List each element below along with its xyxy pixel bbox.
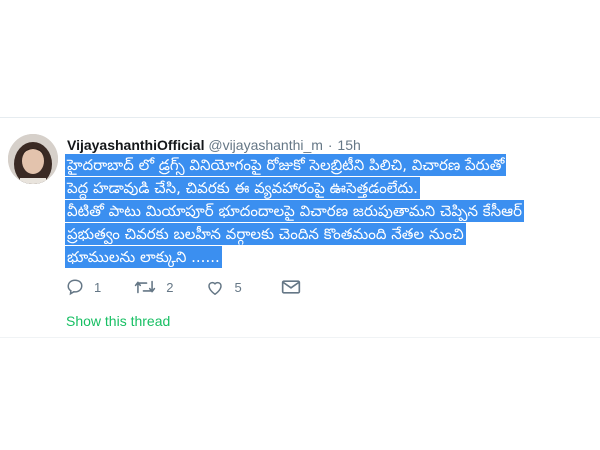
tweet-text-line: భూములను లాక్కుని ...... (65, 246, 222, 268)
direct-message-button[interactable] (281, 279, 301, 295)
show-thread-link[interactable]: Show this thread (66, 313, 170, 329)
separator-dot: · (327, 137, 333, 153)
retweet-icon (134, 278, 156, 296)
action-bar: 1 2 5 (66, 278, 334, 296)
reply-icon (66, 278, 84, 296)
avatar[interactable] (8, 134, 58, 184)
tweet-text: హైదరాబాద్ లో డ్రగ్స్ వినియోగంపై రోజుకో స… (65, 154, 595, 269)
tweet-text-line: హైదరాబాద్ లో డ్రగ్స్ వినియోగంపై రోజుకో స… (65, 154, 507, 176)
tweet-header: VijayashanthiOfficial @vijayashanthi_m ·… (67, 136, 361, 154)
envelope-icon (281, 279, 301, 295)
like-button[interactable]: 5 (206, 279, 242, 296)
author-handle[interactable]: @vijayashanthi_m (208, 137, 323, 153)
tweet-time[interactable]: 15h (337, 137, 360, 153)
heart-icon (206, 279, 224, 296)
bottom-divider (0, 337, 600, 338)
reply-button[interactable]: 1 (66, 278, 101, 296)
reply-count: 1 (94, 279, 102, 295)
top-divider (0, 117, 600, 118)
tweet-text-line: పెద్ద హడావుడి చేసి, చివరకు ఈ వ్యవహారంపై … (65, 177, 420, 199)
avatar-photo (8, 134, 58, 184)
retweet-count: 2 (166, 279, 174, 295)
author-name[interactable]: VijayashanthiOfficial (67, 137, 204, 153)
retweet-button[interactable]: 2 (134, 278, 173, 296)
like-count: 5 (234, 279, 242, 295)
tweet-text-line: ప్రభుత్వం చివరకు బలహీన వర్గాలకు చెందిన క… (65, 223, 466, 245)
tweet-text-line: వీటితో పాటు మియాపూర్ భూదందాలపై విచారణ జర… (65, 200, 524, 222)
